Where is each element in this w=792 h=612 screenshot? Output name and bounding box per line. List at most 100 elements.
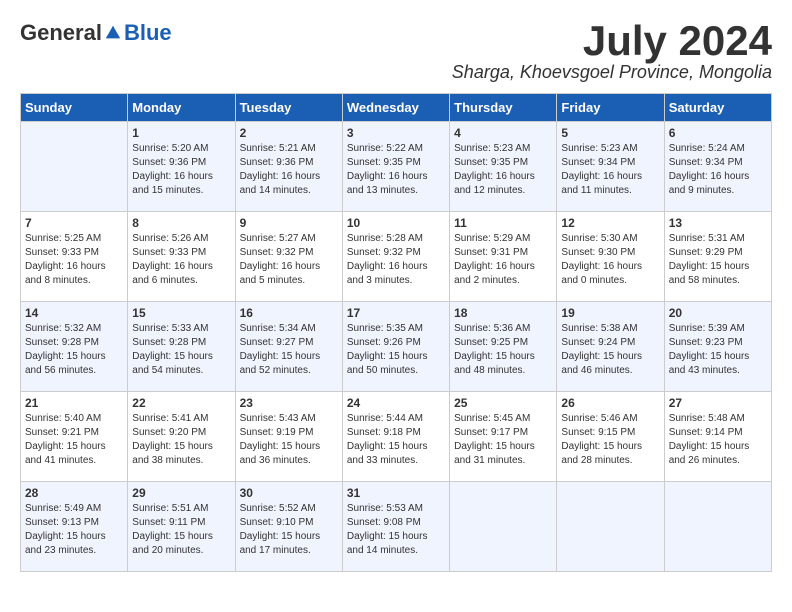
logo-blue-text: Blue	[124, 20, 172, 46]
calendar-cell: 27 Sunrise: 5:48 AM Sunset: 9:14 PM Dayli…	[664, 392, 771, 482]
day-number: 8	[132, 216, 230, 230]
day-info: Sunrise: 5:21 AM Sunset: 9:36 PM Dayligh…	[240, 142, 338, 198]
calendar-cell: 9Sunrise: 5:27 AM Sunset: 9:32 PM Daylig…	[235, 212, 342, 302]
day-info: Sunrise: 5:46 AM Sunset: 9:15 PM Dayligh…	[561, 412, 659, 468]
calendar-cell: 2 Sunrise: 5:21 AM Sunset: 9:36 PM Daylig…	[235, 122, 342, 212]
calendar-cell: 5Sunrise: 5:23 AM Sunset: 9:34 PM Daylig…	[557, 122, 664, 212]
calendar-cell	[450, 482, 557, 572]
day-number: 17	[347, 306, 445, 320]
calendar-day-header: Monday	[128, 94, 235, 122]
calendar-cell: 25 Sunrise: 5:45 AM Sunset: 9:17 PM Dayli…	[450, 392, 557, 482]
calendar-cell: 29Sunrise: 5:51 AM Sunset: 9:11 PM Dayli…	[128, 482, 235, 572]
day-info: Sunrise: 5:43 AM Sunset: 9:19 PM Dayligh…	[240, 412, 338, 468]
day-number: 21	[25, 396, 123, 410]
day-number: 12	[561, 216, 659, 230]
day-number: 26	[561, 396, 659, 410]
calendar-cell: 7 Sunrise: 5:25 AM Sunset: 9:33 PM Daylig…	[21, 212, 128, 302]
calendar-cell: 20 Sunrise: 5:39 AM Sunset: 9:23 PM Dayli…	[664, 302, 771, 392]
day-number: 3	[347, 126, 445, 140]
calendar-day-header: Saturday	[664, 94, 771, 122]
day-info: Sunrise: 5:20 AM Sunset: 9:36 PM Dayligh…	[132, 142, 230, 198]
calendar-cell: 8 Sunrise: 5:26 AM Sunset: 9:33 PM Daylig…	[128, 212, 235, 302]
calendar-week-row: 21 Sunrise: 5:40 AM Sunset: 9:21 PM Dayli…	[21, 392, 772, 482]
calendar-day-header: Wednesday	[342, 94, 449, 122]
title-area: July 2024 Sharga, Khoevsgoel Province, M…	[452, 20, 772, 83]
month-title: July 2024	[452, 20, 772, 62]
calendar-cell: 3 Sunrise: 5:22 AM Sunset: 9:35 PM Daylig…	[342, 122, 449, 212]
calendar-cell: 19 Sunrise: 5:38 AM Sunset: 9:24 PM Dayli…	[557, 302, 664, 392]
calendar-day-header: Thursday	[450, 94, 557, 122]
day-number: 19	[561, 306, 659, 320]
calendar-cell: 28 Sunrise: 5:49 AM Sunset: 9:13 PM Dayli…	[21, 482, 128, 572]
calendar-cell: 31Sunrise: 5:53 AM Sunset: 9:08 PM Dayli…	[342, 482, 449, 572]
day-number: 29	[132, 486, 230, 500]
calendar-cell: 10Sunrise: 5:28 AM Sunset: 9:32 PM Dayli…	[342, 212, 449, 302]
day-number: 15	[132, 306, 230, 320]
logo: General Blue	[20, 20, 172, 46]
day-info: Sunrise: 5:49 AM Sunset: 9:13 PM Dayligh…	[25, 502, 123, 558]
calendar-cell: 16 Sunrise: 5:34 AM Sunset: 9:27 PM Dayli…	[235, 302, 342, 392]
day-number: 28	[25, 486, 123, 500]
calendar-week-row: 1 Sunrise: 5:20 AM Sunset: 9:36 PM Daylig…	[21, 122, 772, 212]
day-info: Sunrise: 5:31 AM Sunset: 9:29 PM Dayligh…	[669, 232, 767, 288]
day-info: Sunrise: 5:38 AM Sunset: 9:24 PM Dayligh…	[561, 322, 659, 378]
day-info: Sunrise: 5:28 AM Sunset: 9:32 PM Dayligh…	[347, 232, 445, 288]
day-info: Sunrise: 5:33 AM Sunset: 9:28 PM Dayligh…	[132, 322, 230, 378]
day-number: 1	[132, 126, 230, 140]
calendar-cell: 23 Sunrise: 5:43 AM Sunset: 9:19 PM Dayli…	[235, 392, 342, 482]
day-number: 27	[669, 396, 767, 410]
calendar-day-header: Friday	[557, 94, 664, 122]
calendar-day-header: Tuesday	[235, 94, 342, 122]
calendar-day-header: Sunday	[21, 94, 128, 122]
day-info: Sunrise: 5:25 AM Sunset: 9:33 PM Dayligh…	[25, 232, 123, 288]
day-number: 2	[240, 126, 338, 140]
day-info: Sunrise: 5:44 AM Sunset: 9:18 PM Dayligh…	[347, 412, 445, 468]
calendar-header-row: SundayMondayTuesdayWednesdayThursdayFrid…	[21, 94, 772, 122]
calendar-cell: 30Sunrise: 5:52 AM Sunset: 9:10 PM Dayli…	[235, 482, 342, 572]
day-number: 20	[669, 306, 767, 320]
day-number: 9	[240, 216, 338, 230]
day-number: 25	[454, 396, 552, 410]
calendar-cell: 22Sunrise: 5:41 AM Sunset: 9:20 PM Dayli…	[128, 392, 235, 482]
day-info: Sunrise: 5:53 AM Sunset: 9:08 PM Dayligh…	[347, 502, 445, 558]
day-info: Sunrise: 5:22 AM Sunset: 9:35 PM Dayligh…	[347, 142, 445, 198]
calendar-cell: 13Sunrise: 5:31 AM Sunset: 9:29 PM Dayli…	[664, 212, 771, 302]
day-number: 4	[454, 126, 552, 140]
day-number: 18	[454, 306, 552, 320]
calendar-cell: 14 Sunrise: 5:32 AM Sunset: 9:28 PM Dayli…	[21, 302, 128, 392]
day-number: 14	[25, 306, 123, 320]
calendar-body: 1 Sunrise: 5:20 AM Sunset: 9:36 PM Daylig…	[21, 122, 772, 572]
calendar-cell: 26 Sunrise: 5:46 AM Sunset: 9:15 PM Dayli…	[557, 392, 664, 482]
location-subtitle: Sharga, Khoevsgoel Province, Mongolia	[452, 62, 772, 83]
logo-general-text: General	[20, 20, 102, 46]
calendar-cell: 4Sunrise: 5:23 AM Sunset: 9:35 PM Daylig…	[450, 122, 557, 212]
calendar-week-row: 14 Sunrise: 5:32 AM Sunset: 9:28 PM Dayli…	[21, 302, 772, 392]
page-header: General Blue July 2024 Sharga, Khoevsgoe…	[20, 20, 772, 83]
day-info: Sunrise: 5:48 AM Sunset: 9:14 PM Dayligh…	[669, 412, 767, 468]
calendar-cell: 24 Sunrise: 5:44 AM Sunset: 9:18 PM Dayli…	[342, 392, 449, 482]
day-number: 23	[240, 396, 338, 410]
day-number: 30	[240, 486, 338, 500]
day-info: Sunrise: 5:26 AM Sunset: 9:33 PM Dayligh…	[132, 232, 230, 288]
calendar-table: SundayMondayTuesdayWednesdayThursdayFrid…	[20, 93, 772, 572]
calendar-cell	[21, 122, 128, 212]
day-info: Sunrise: 5:34 AM Sunset: 9:27 PM Dayligh…	[240, 322, 338, 378]
logo-icon	[104, 24, 122, 42]
day-info: Sunrise: 5:24 AM Sunset: 9:34 PM Dayligh…	[669, 142, 767, 198]
day-info: Sunrise: 5:45 AM Sunset: 9:17 PM Dayligh…	[454, 412, 552, 468]
calendar-cell: 12Sunrise: 5:30 AM Sunset: 9:30 PM Dayli…	[557, 212, 664, 302]
day-number: 7	[25, 216, 123, 230]
day-info: Sunrise: 5:35 AM Sunset: 9:26 PM Dayligh…	[347, 322, 445, 378]
calendar-cell: 15 Sunrise: 5:33 AM Sunset: 9:28 PM Dayli…	[128, 302, 235, 392]
day-info: Sunrise: 5:32 AM Sunset: 9:28 PM Dayligh…	[25, 322, 123, 378]
calendar-cell: 21 Sunrise: 5:40 AM Sunset: 9:21 PM Dayli…	[21, 392, 128, 482]
day-info: Sunrise: 5:39 AM Sunset: 9:23 PM Dayligh…	[669, 322, 767, 378]
day-info: Sunrise: 5:29 AM Sunset: 9:31 PM Dayligh…	[454, 232, 552, 288]
day-number: 24	[347, 396, 445, 410]
day-info: Sunrise: 5:36 AM Sunset: 9:25 PM Dayligh…	[454, 322, 552, 378]
day-number: 11	[454, 216, 552, 230]
day-number: 6	[669, 126, 767, 140]
calendar-week-row: 7 Sunrise: 5:25 AM Sunset: 9:33 PM Daylig…	[21, 212, 772, 302]
day-info: Sunrise: 5:40 AM Sunset: 9:21 PM Dayligh…	[25, 412, 123, 468]
day-number: 16	[240, 306, 338, 320]
